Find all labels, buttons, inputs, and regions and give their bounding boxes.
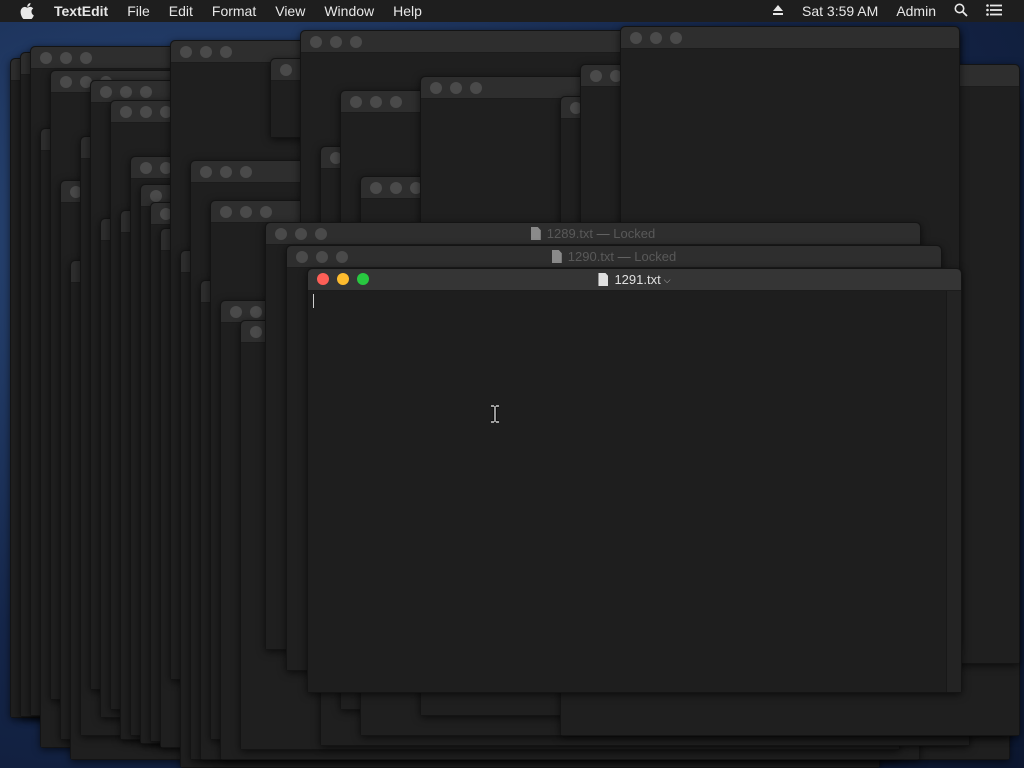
window-control-button	[370, 96, 382, 108]
window-control-button	[250, 326, 262, 338]
eject-icon[interactable]	[772, 3, 784, 19]
menu-view[interactable]: View	[275, 3, 305, 19]
window-control-button	[260, 206, 272, 218]
menubar-user[interactable]: Admin	[896, 3, 936, 19]
window-control-button	[200, 166, 212, 178]
window-control-button	[470, 82, 482, 94]
window-control-button	[370, 182, 382, 194]
window-control-button	[140, 162, 152, 174]
menu-help[interactable]: Help	[393, 3, 422, 19]
menu-format[interactable]: Format	[212, 3, 256, 19]
window-filename: 1289.txt	[546, 226, 594, 241]
titlebar[interactable]: 1290.txt — Locked	[287, 246, 941, 268]
ibeam-cursor-icon	[491, 405, 499, 423]
menu-app-name[interactable]: TextEdit	[54, 3, 108, 19]
window-title: 1290.txt — Locked	[287, 249, 941, 264]
titlebar[interactable]: 1289.txt — Locked	[266, 223, 920, 245]
title-separator: —	[596, 226, 610, 241]
window-control-button	[350, 96, 362, 108]
window-control-button	[140, 106, 152, 118]
window-control-button	[220, 46, 232, 58]
notification-center-icon[interactable]	[986, 3, 1002, 19]
window-control-button	[100, 86, 112, 98]
window-filename: 1290.txt	[567, 249, 615, 264]
window-control-button	[390, 96, 402, 108]
document-icon	[551, 250, 562, 263]
menu-file[interactable]: File	[127, 3, 150, 19]
titlebar	[621, 27, 959, 49]
window-control-button	[350, 36, 362, 48]
window-control-button	[630, 32, 642, 44]
chevron-down-icon[interactable]: ⌵	[664, 275, 671, 285]
window-control-button	[120, 106, 132, 118]
window-title[interactable]: 1291.txt ⌵	[308, 272, 961, 287]
apple-icon[interactable]	[20, 3, 38, 19]
window-control-button	[280, 64, 292, 76]
window-control-button	[180, 46, 192, 58]
text-editor-area[interactable]	[308, 291, 961, 692]
spotlight-search-icon[interactable]	[954, 3, 968, 20]
window-status: Locked	[634, 249, 677, 264]
window-filename: 1291.txt	[614, 272, 661, 287]
window-control-button	[240, 206, 252, 218]
titlebar[interactable]: 1291.txt ⌵	[308, 269, 961, 291]
document-icon	[598, 273, 609, 286]
text-caret	[313, 294, 314, 308]
window-control-button	[650, 32, 662, 44]
window-control-button	[390, 182, 402, 194]
menu-edit[interactable]: Edit	[169, 3, 193, 19]
window-control-button	[220, 166, 232, 178]
document-icon	[530, 227, 541, 240]
window-control-button	[80, 52, 92, 64]
window-control-button	[590, 70, 602, 82]
title-separator: —	[617, 249, 631, 264]
window-control-button	[200, 46, 212, 58]
window-control-button	[150, 190, 162, 202]
window-control-button	[230, 306, 242, 318]
window-title: 1289.txt — Locked	[266, 226, 920, 241]
menubar-clock[interactable]: Sat 3:59 AM	[802, 3, 878, 19]
window-1291[interactable]: 1291.txt ⌵	[307, 268, 962, 693]
window-control-button	[40, 52, 52, 64]
window-control-button	[140, 86, 152, 98]
window-control-button	[310, 36, 322, 48]
menu-window[interactable]: Window	[324, 3, 374, 19]
window-control-button	[60, 52, 72, 64]
window-control-button	[670, 32, 682, 44]
window-control-button	[60, 76, 72, 88]
window-control-button	[450, 82, 462, 94]
window-control-button	[430, 82, 442, 94]
window-status: Locked	[613, 226, 656, 241]
window-control-button	[250, 306, 262, 318]
window-control-button	[240, 166, 252, 178]
window-control-button	[220, 206, 232, 218]
vertical-scrollbar[interactable]	[946, 291, 961, 692]
window-control-button	[120, 86, 132, 98]
menu-bar: TextEdit File Edit Format View Window He…	[0, 0, 1024, 22]
window-control-button	[330, 36, 342, 48]
